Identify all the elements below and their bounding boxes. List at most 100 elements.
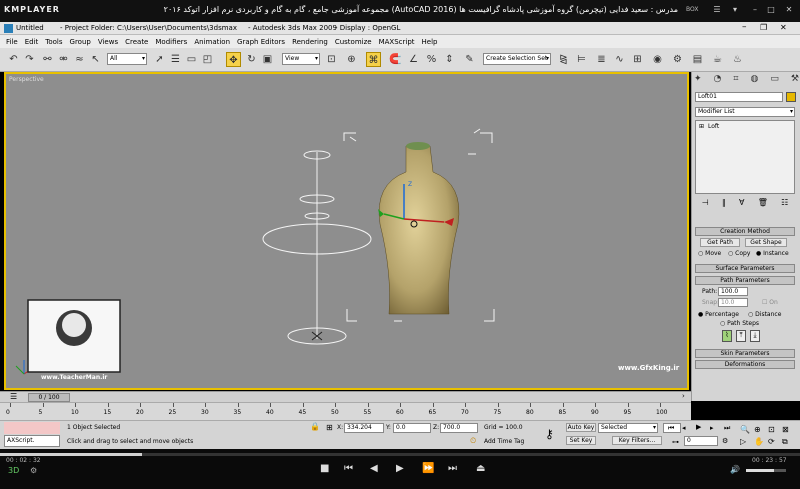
player-3d-icon[interactable]: 3D <box>8 466 19 475</box>
angle-snap-icon[interactable]: ∠ <box>406 52 421 67</box>
surface-parameters-rollout[interactable]: Surface Parameters <box>695 264 795 273</box>
get-path-button[interactable]: Get Path <box>700 238 740 247</box>
previous-shape-icon[interactable]: ⤒ <box>736 330 746 342</box>
select-object-icon[interactable]: ➚ <box>152 52 167 67</box>
zoom-all-icon[interactable]: ⊕ <box>754 425 761 434</box>
player-maximize-icon[interactable]: □ <box>766 5 776 15</box>
set-key-button[interactable]: Set Key <box>566 436 596 445</box>
next-frame-icon[interactable]: ▸ <box>710 424 714 432</box>
select-scale-icon[interactable]: ▣ <box>260 52 275 67</box>
maxscript-listener[interactable]: AXScript. <box>4 435 60 447</box>
unlink-icon[interactable]: ⚮ <box>56 52 71 67</box>
select-by-name-icon[interactable]: ☰ <box>168 52 183 67</box>
select-rotate-icon[interactable]: ↻ <box>244 52 259 67</box>
player-minimize-icon[interactable]: – <box>750 5 760 15</box>
key-icon[interactable]: ⚷ <box>545 427 554 441</box>
slider-next-icon[interactable]: › <box>682 392 685 400</box>
menu-edit[interactable]: Edit <box>25 38 39 46</box>
display-tab-icon[interactable]: ▭ <box>770 74 779 88</box>
go-to-end-icon[interactable]: ⏭ <box>724 424 730 433</box>
menu-graph-editors[interactable]: Graph Editors <box>237 38 285 46</box>
stack-expand-icon[interactable]: ⊞ <box>699 123 704 130</box>
next-shape-icon[interactable]: ⤓ <box>750 330 760 342</box>
time-config-icon[interactable]: ⚙ <box>722 437 728 445</box>
auto-key-button[interactable]: Auto Key <box>566 423 596 432</box>
deformations-rollout[interactable]: Deformations <box>695 360 795 369</box>
time-tag-icon[interactable]: ⏲ <box>470 436 476 446</box>
maximize-viewport-icon[interactable]: ⧉ <box>782 437 788 447</box>
align-icon[interactable]: ⊨ <box>574 52 589 67</box>
snap-on-checkbox[interactable]: ☐ On <box>762 299 778 306</box>
modifier-stack[interactable]: ⊞ Loft <box>695 120 795 194</box>
pick-shape-icon[interactable]: ⌇ <box>722 330 732 342</box>
creation-method-rollout[interactable]: Creation Method <box>695 227 795 236</box>
material-editor-icon[interactable]: ◉ <box>650 52 665 67</box>
curve-editor-icon[interactable]: ∿ <box>612 52 627 67</box>
zoom-icon[interactable]: 🔍 <box>740 425 750 434</box>
player-stop-icon[interactable]: ■ <box>320 463 329 474</box>
menu-file[interactable]: File <box>6 38 18 46</box>
path-value-field[interactable]: 100.0 <box>718 287 748 296</box>
select-link-icon[interactable]: ⚯ <box>40 52 55 67</box>
time-slider-thumb[interactable]: 0 / 100 <box>28 393 70 402</box>
render-production-icon[interactable]: ☕ <box>710 52 725 67</box>
utilities-tab-icon[interactable]: ⚒ <box>791 74 799 88</box>
play-icon[interactable]: ▶ <box>696 423 701 431</box>
rectangular-region-icon[interactable]: ▭ <box>184 52 199 67</box>
motion-tab-icon[interactable]: ◍ <box>750 74 758 88</box>
y-coordinate-field[interactable]: 0.0 <box>393 423 431 433</box>
player-settings-icon[interactable]: ⚙ <box>30 466 37 475</box>
previous-frame-icon[interactable]: ◂ <box>682 424 686 432</box>
object-color-swatch[interactable] <box>786 92 796 102</box>
object-name-field[interactable]: Loft01 <box>695 92 783 102</box>
remove-modifier-icon[interactable]: 🗑 <box>758 198 768 212</box>
spinner-snap-icon[interactable]: ⇕ <box>442 52 457 67</box>
player-volume-icon[interactable]: 🔊 <box>730 465 740 474</box>
player-close-icon[interactable]: ✕ <box>784 5 794 15</box>
get-shape-button[interactable]: Get Shape <box>745 238 787 247</box>
snap-value-field[interactable]: 10.0 <box>718 298 748 307</box>
time-slider[interactable]: ☰ 0 / 100 › <box>0 391 691 402</box>
player-menu-icon[interactable]: ☰ <box>712 5 722 15</box>
menu-help[interactable]: Help <box>422 38 438 46</box>
bind-spacewarp-icon[interactable]: ≈ <box>72 52 87 67</box>
layer-manager-icon[interactable]: ≣ <box>594 52 609 67</box>
distance-radio[interactable]: ○ Distance <box>748 311 781 318</box>
menu-customize[interactable]: Customize <box>335 38 372 46</box>
menu-maxscript[interactable]: MAXScript <box>379 38 415 46</box>
menu-tools[interactable]: Tools <box>45 38 62 46</box>
key-filters-button[interactable]: Key Filters... <box>612 436 662 445</box>
keyboard-shortcut-icon[interactable]: ⌘ <box>366 52 381 67</box>
move-radio[interactable]: ○ Move <box>698 250 721 257</box>
menu-animation[interactable]: Animation <box>194 38 230 46</box>
configure-sets-icon[interactable]: ☷ <box>781 198 788 212</box>
player-play-icon[interactable]: ▶ <box>396 463 404 474</box>
create-tab-icon[interactable]: ✦ <box>694 74 702 88</box>
key-mode-dropdown[interactable]: Selected ▾ <box>598 423 658 433</box>
path-steps-radio[interactable]: ○ Path Steps <box>720 320 759 327</box>
pin-stack-icon[interactable]: ⊣ <box>702 198 709 212</box>
render-setup-icon[interactable]: ⚙ <box>670 52 685 67</box>
select-move-icon[interactable]: ✥ <box>226 52 241 67</box>
pan-icon[interactable]: ✋ <box>754 437 764 446</box>
modifier-list-dropdown[interactable]: Modifier List ▾ <box>695 107 795 117</box>
select-icon[interactable]: ↖ <box>88 52 103 67</box>
add-time-tag[interactable]: Add Time Tag <box>484 438 524 445</box>
stack-item-loft[interactable]: Loft <box>708 123 719 130</box>
z-coordinate-field[interactable]: 700.0 <box>440 423 478 433</box>
path-parameters-rollout[interactable]: Path Parameters <box>695 276 795 285</box>
player-next-icon[interactable]: ⏭ <box>448 463 457 474</box>
menu-views[interactable]: Views <box>98 38 118 46</box>
percentage-radio[interactable]: ● Percentage <box>698 311 739 318</box>
track-view-icon[interactable]: ☰ <box>10 392 17 401</box>
orbit-icon[interactable]: ⟳ <box>768 437 775 446</box>
reference-coord-dropdown[interactable]: View ▾ <box>282 53 320 65</box>
zoom-extents-all-icon[interactable]: ⊠ <box>782 425 789 434</box>
max-minimize-icon[interactable]: – <box>742 22 747 32</box>
key-mode-toggle-icon[interactable]: ⊶ <box>672 438 679 446</box>
snaps-toggle-icon[interactable]: 🧲 <box>388 52 403 67</box>
selection-lock-icon[interactable]: 🔒 <box>310 422 320 431</box>
quick-render-icon[interactable]: ♨ <box>730 52 745 67</box>
field-of-view-icon[interactable]: ▷ <box>740 437 746 446</box>
rendered-frame-icon[interactable]: ▤ <box>690 52 705 67</box>
